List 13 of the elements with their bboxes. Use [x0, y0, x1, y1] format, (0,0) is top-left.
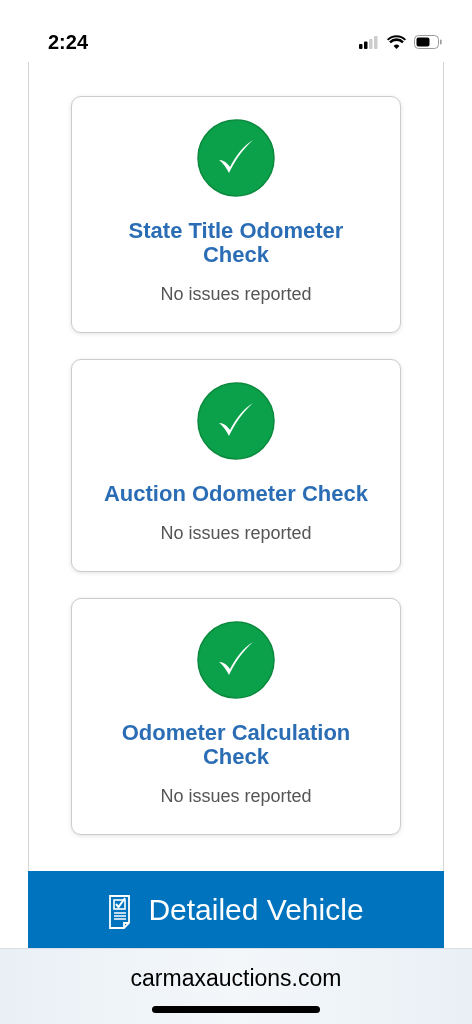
check-title: Odometer Calculation Check — [120, 721, 352, 769]
home-indicator[interactable] — [152, 1005, 320, 1013]
check-status: No issues reported — [159, 283, 313, 306]
check-title: State Title Odometer Check — [127, 219, 345, 267]
status-time: 2:24 — [48, 30, 89, 55]
signal-icon — [359, 35, 379, 49]
check-title: Auction Odometer Check — [102, 482, 369, 506]
check-status: No issues reported — [159, 522, 313, 545]
url-text[interactable]: carmaxauctions.com — [130, 961, 342, 996]
check-status: No issues reported — [159, 785, 313, 808]
wifi-icon — [387, 35, 406, 49]
battery-icon — [414, 35, 442, 49]
section-title: Detailed Vehicle — [148, 892, 364, 928]
